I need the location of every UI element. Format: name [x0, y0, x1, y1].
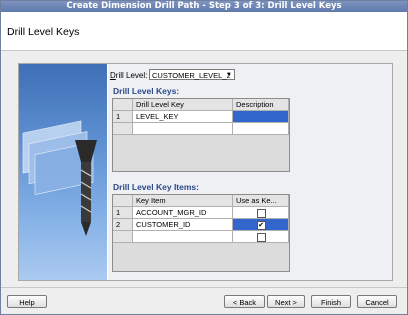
row-number[interactable] [113, 123, 133, 135]
chevron-down-icon: ▼ [226, 72, 232, 78]
row-number[interactable]: 1 [113, 111, 133, 123]
drill-level-select[interactable]: CUSTOMER_LEVEL_2 ▼ [149, 69, 235, 80]
page-title: Drill Level Keys [7, 26, 80, 38]
description-cell[interactable] [233, 111, 289, 123]
drill-level-key-cell[interactable]: LEVEL_KEY [133, 111, 233, 123]
page-header: Drill Level Keys [1, 12, 407, 51]
help-button[interactable]: Help [7, 295, 47, 308]
wizard-content: Drill Level: CUSTOMER_LEVEL_2 ▼ Drill Le… [108, 64, 392, 280]
column-header-use-as-key[interactable]: Use as Ke... [233, 195, 289, 207]
use-as-key-cell[interactable] [233, 207, 289, 219]
window-title-bar: Create Dimension Drill Path - Step 3 of … [1, 1, 407, 12]
table-corner [113, 99, 133, 111]
table-corner [113, 195, 133, 207]
column-header-drill-level-key[interactable]: Drill Level Key [133, 99, 233, 111]
drill-illustration-icon [19, 64, 107, 280]
empty-cell[interactable] [133, 123, 233, 135]
empty-cell[interactable] [133, 231, 233, 243]
row-number[interactable]: 2 [113, 219, 133, 231]
dialog-footer: Help < Back Next > Finish Cancel [1, 287, 407, 314]
column-header-key-item[interactable]: Key Item [133, 195, 233, 207]
drill-level-value: CUSTOMER_LEVEL_2 [152, 71, 231, 80]
drill-level-key-items-heading: Drill Level Key Items: [113, 182, 199, 192]
column-header-description[interactable]: Description [233, 99, 289, 111]
use-as-key-checkbox[interactable] [256, 209, 266, 218]
drill-level-keys-heading: Drill Level Keys: [113, 86, 180, 96]
use-as-key-cell[interactable] [233, 231, 289, 243]
key-item-cell[interactable]: ACCOUNT_MGR_ID [133, 207, 233, 219]
empty-cell[interactable] [233, 123, 289, 135]
next-button[interactable]: Next > [267, 295, 305, 308]
wizard-panel: Drill Level: CUSTOMER_LEVEL_2 ▼ Drill Le… [18, 63, 393, 281]
finish-button[interactable]: Finish [311, 295, 351, 308]
drill-level-key-items-table: Key Item Use as Ke... 1 ACCOUNT_MGR_ID 2… [112, 194, 290, 272]
key-item-cell[interactable]: CUSTOMER_ID [133, 219, 233, 231]
use-as-key-checkbox[interactable]: ✔ [256, 221, 266, 230]
row-number[interactable] [113, 231, 133, 243]
back-button[interactable]: < Back [224, 295, 265, 308]
cancel-button[interactable]: Cancel [357, 295, 397, 308]
drill-level-keys-table: Drill Level Key Description 1 LEVEL_KEY [112, 98, 290, 172]
use-as-key-checkbox[interactable] [256, 233, 266, 242]
drill-level-label: Drill Level: [110, 71, 148, 80]
dialog-window: Create Dimension Drill Path - Step 3 of … [0, 0, 408, 315]
window-title: Create Dimension Drill Path - Step 3 of … [66, 1, 342, 11]
row-number[interactable]: 1 [113, 207, 133, 219]
use-as-key-cell[interactable]: ✔ [233, 219, 289, 231]
